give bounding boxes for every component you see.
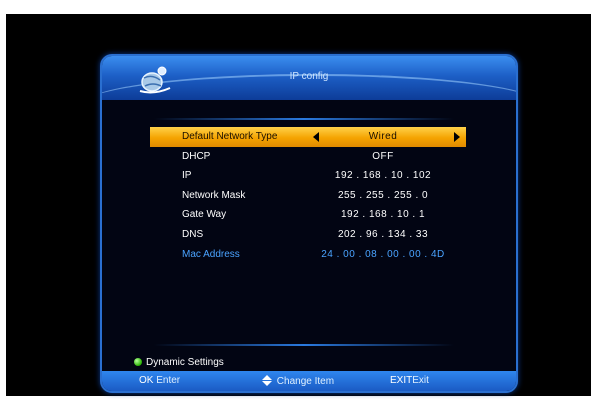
setting-row-mac-address: Mac Address 24 . 00 . 08 . 00 . 00 . 4D [150,245,466,265]
tv-screen: IP config Default Network Type Wired DHC… [6,14,591,396]
setting-value: 192 . 168 . 10 . 1 [340,209,426,221]
ok-key-label: OK [139,375,154,386]
exit-hint[interactable]: EXITExit [390,375,429,386]
footer-bar: OK Enter Change Item EXITExit [102,371,516,391]
exit-key-label: EXIT [390,375,413,386]
setting-label: Gate Way [182,209,227,221]
bottom-divider [154,344,454,346]
setting-row-gate-way[interactable]: Gate Way 192 . 168 . 10 . 1 [150,205,466,225]
top-divider [154,118,454,120]
settings-list: Default Network Type Wired DHCP OFF IP 1… [150,127,466,264]
setting-value: 192 . 168 . 10 . 102 [334,170,432,182]
setting-label: IP [182,170,192,182]
setting-label: Mac Address [182,248,240,260]
setting-value: OFF [372,150,394,162]
setting-row-network-mask[interactable]: Network Mask 255 . 255 . 255 . 0 [150,186,466,206]
setting-value: 24 . 00 . 08 . 00 . 00 . 4D [321,248,445,260]
change-item-hint[interactable]: Change Item [262,375,334,387]
setting-row-dns[interactable]: DNS 202 . 96 . 134 . 33 [150,225,466,245]
page-title: IP config [289,71,329,82]
setting-label: DNS [182,228,204,240]
setting-row-default-network-type[interactable]: Default Network Type Wired [150,127,466,147]
setting-row-dhcp[interactable]: DHCP OFF [150,147,466,167]
setting-row-ip[interactable]: IP 192 . 168 . 10 . 102 [150,166,466,186]
setting-label: Default Network Type [182,131,278,142]
setting-value: 255 . 255 . 255 . 0 [337,189,429,201]
exit-action-label: Exit [412,375,429,386]
setting-value: 202 . 96 . 134 . 33 [337,228,429,240]
ok-action-label: Enter [156,375,181,386]
setting-value: Wired [368,131,398,142]
setting-label: DHCP [182,150,211,162]
ip-config-dialog: IP config Default Network Type Wired DHC… [100,54,518,393]
setting-label: Network Mask [182,189,246,201]
green-button-icon [134,358,142,366]
ok-enter-hint[interactable]: OK Enter [139,375,180,386]
up-down-arrows-icon [262,375,272,386]
dynamic-settings-hint[interactable]: Dynamic Settings [146,357,224,368]
title-bar: IP config [102,56,516,100]
change-item-label: Change Item [276,376,335,387]
triangle-right-icon[interactable] [454,132,460,142]
